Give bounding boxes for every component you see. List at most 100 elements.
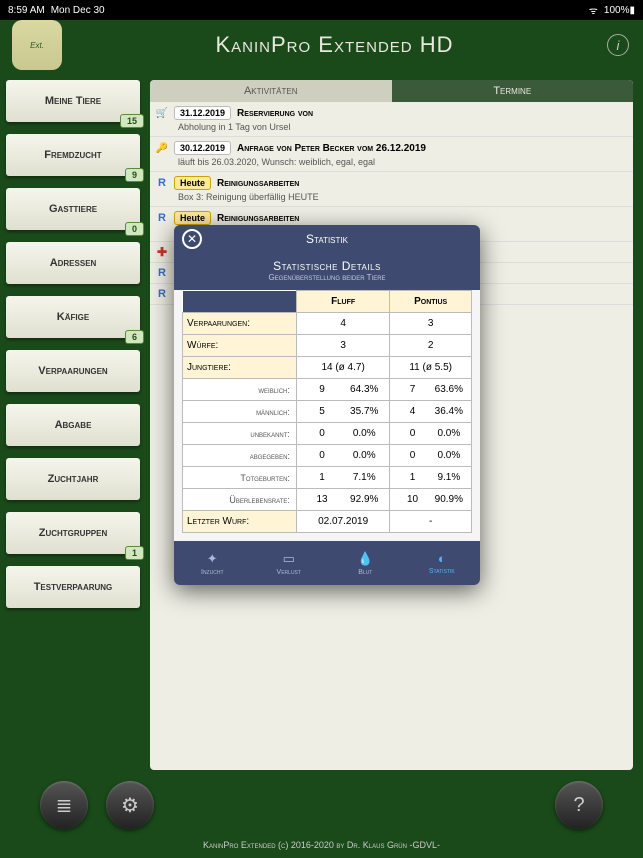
modal-tab-icon: ▭: [283, 551, 295, 567]
sidebar-badge: 9: [125, 168, 144, 182]
modal-subheader: Statistische Details Gegenüberstellung b…: [174, 253, 480, 290]
help-button[interactable]: ?: [555, 781, 603, 829]
bottom-toolbar: ≣ ⚙ ?: [0, 770, 643, 840]
row-title: Anfrage von Peter Becker vom 26.12.2019: [237, 143, 426, 154]
row-date-badge: Heute: [174, 176, 211, 190]
statistics-modal: ✕ Statistik Statistische Details Gegenüb…: [174, 225, 480, 585]
row-subtitle: läuft bis 26.03.2020, Wunsch: weiblich, …: [178, 157, 627, 167]
tab-bar: Aktivitäten Termine: [150, 80, 633, 102]
row-date-badge: 30.12.2019: [174, 141, 231, 155]
sidebar-item[interactable]: Zuchtjahr: [6, 458, 140, 500]
statusbar-time: 8:59 AM: [8, 5, 45, 16]
stats-val-a: 02.07.2019: [296, 511, 389, 533]
stats-val-b: 763.6%: [390, 379, 472, 401]
db-button[interactable]: ≣: [40, 781, 88, 829]
stats-row-label: Verpaarungen:: [183, 313, 297, 335]
stats-val-b: 00.0%: [390, 445, 472, 467]
stats-val-a: 535.7%: [296, 401, 389, 423]
stats-row-label: Jungtiere:: [183, 357, 297, 379]
close-button[interactable]: ✕: [182, 229, 202, 249]
app-title: KaninPro Extended HD: [62, 32, 607, 58]
stats-row-label: Letzter Wurf:: [183, 511, 297, 533]
row-date-badge: 31.12.2019: [174, 106, 231, 120]
modal-tab[interactable]: ◐ Statistik: [404, 541, 481, 585]
list-row[interactable]: 🔑 30.12.2019 Anfrage von Peter Becker vom …: [150, 137, 633, 172]
modal-tab-icon: 💧: [357, 551, 373, 567]
stats-val-b: 19.1%: [390, 467, 472, 489]
stats-val-a: 3: [296, 335, 389, 357]
stats-val-a: 1392.9%: [296, 489, 389, 511]
row-icon: R: [156, 177, 168, 189]
sidebar-item[interactable]: Käfige6: [6, 296, 140, 338]
row-subtitle: Abholung in 1 Tag von Ursel: [178, 122, 627, 132]
modal-tab[interactable]: ▭ Verlust: [251, 541, 328, 585]
sidebar-item[interactable]: Meine Tiere15: [6, 80, 140, 122]
row-icon: 🛒: [156, 107, 168, 119]
sidebar-badge: 6: [125, 330, 144, 344]
modal-tab-label: Inzucht: [201, 569, 224, 576]
row-icon: 🔑: [156, 142, 168, 154]
modal-tab-icon: ✦: [207, 551, 218, 567]
sidebar-badge: 0: [125, 222, 144, 236]
modal-tab-label: Verlust: [277, 569, 301, 576]
stats-val-b: -: [390, 511, 472, 533]
tab-activities[interactable]: Aktivitäten: [150, 80, 392, 102]
modal-tab[interactable]: ✦ Inzucht: [174, 541, 251, 585]
sidebar-badge: 15: [120, 114, 144, 128]
stats-val-b: 1090.9%: [390, 489, 472, 511]
row-icon: R: [156, 267, 168, 279]
battery-icon: ▮: [629, 5, 635, 16]
stats-row-label: Totgeburten:: [183, 467, 297, 489]
stats-table: Fluff Pontius Verpaarungen:43Würfe:32Jun…: [182, 290, 472, 533]
tab-appointments[interactable]: Termine: [392, 80, 634, 102]
stats-val-b: 2: [390, 335, 472, 357]
row-icon: R: [156, 288, 168, 300]
row-title: Reservierung von: [237, 108, 313, 119]
battery-label: 100%: [604, 5, 630, 16]
stats-val-a: 00.0%: [296, 445, 389, 467]
sidebar-item[interactable]: Fremdzucht9: [6, 134, 140, 176]
modal-subtitle: Gegenüberstellung beider Tiere: [174, 273, 480, 282]
row-icon: R: [156, 212, 168, 224]
modal-header: ✕ Statistik: [174, 225, 480, 253]
stats-row-label: weiblich:: [183, 379, 297, 401]
stats-row-label: abgegeben:: [183, 445, 297, 467]
stats-val-a: 00.0%: [296, 423, 389, 445]
row-subtitle: Box 3: Reinigung überfällig HEUTE: [178, 192, 627, 202]
stats-val-b: 00.0%: [390, 423, 472, 445]
modal-tab-label: Blut: [358, 569, 372, 576]
stats-val-b: 436.4%: [390, 401, 472, 423]
stats-val-a: 964.3%: [296, 379, 389, 401]
ios-statusbar: 8:59 AM Mon Dec 30 ᯤ 100% ▮: [0, 0, 643, 20]
modal-tab-label: Statistik: [429, 568, 455, 575]
modal-tab[interactable]: 💧 Blut: [327, 541, 404, 585]
sidebar-item[interactable]: Verpaarungen: [6, 350, 140, 392]
footer-copyright: KaninPro Extended (c) 2016-2020 by Dr. K…: [0, 840, 643, 858]
sidebar-item[interactable]: Testverpaarung: [6, 566, 140, 608]
row-icon: ✚: [156, 246, 168, 258]
sidebar-badge: 1: [125, 546, 144, 560]
sidebar-item[interactable]: Adressen: [6, 242, 140, 284]
modal-title: Statistische Details: [174, 259, 480, 273]
stats-row-label: Überlebensrate:: [183, 489, 297, 511]
list-row[interactable]: 🛒 31.12.2019 Reservierung von Abholung in 1…: [150, 102, 633, 137]
list-row[interactable]: RHeuteReinigungsarbeitenBox 3: Reinigung…: [150, 172, 633, 207]
sidebar: Meine Tiere15 Fremdzucht9 Gasttiere0 Adress…: [0, 70, 140, 770]
stats-val-b: 3: [390, 313, 472, 335]
stats-val-b: 11 (ø 5.5): [390, 357, 472, 379]
sidebar-item[interactable]: Gasttiere0: [6, 188, 140, 230]
modal-tab-bar: ✦ Inzucht ▭ Verlust 💧 Blut ◐ Statistik: [174, 541, 480, 585]
row-title: Reinigungsarbeiten: [217, 213, 299, 224]
settings-button[interactable]: ⚙: [106, 781, 154, 829]
row-date-badge: Heute: [174, 211, 211, 225]
sidebar-item[interactable]: Abgabe: [6, 404, 140, 446]
stats-row-label: Würfe:: [183, 335, 297, 357]
modal-tab-icon: ◐: [438, 551, 446, 566]
info-button[interactable]: i: [607, 34, 629, 56]
wifi-icon: ᯤ: [589, 3, 598, 17]
sidebar-item[interactable]: Zuchtgruppen1: [6, 512, 140, 554]
stats-val-a: 14 (ø 4.7): [296, 357, 389, 379]
app-logo: Ext.: [12, 20, 62, 70]
modal-head-title: Statistik: [202, 232, 452, 246]
stats-row-label: unbekannt:: [183, 423, 297, 445]
